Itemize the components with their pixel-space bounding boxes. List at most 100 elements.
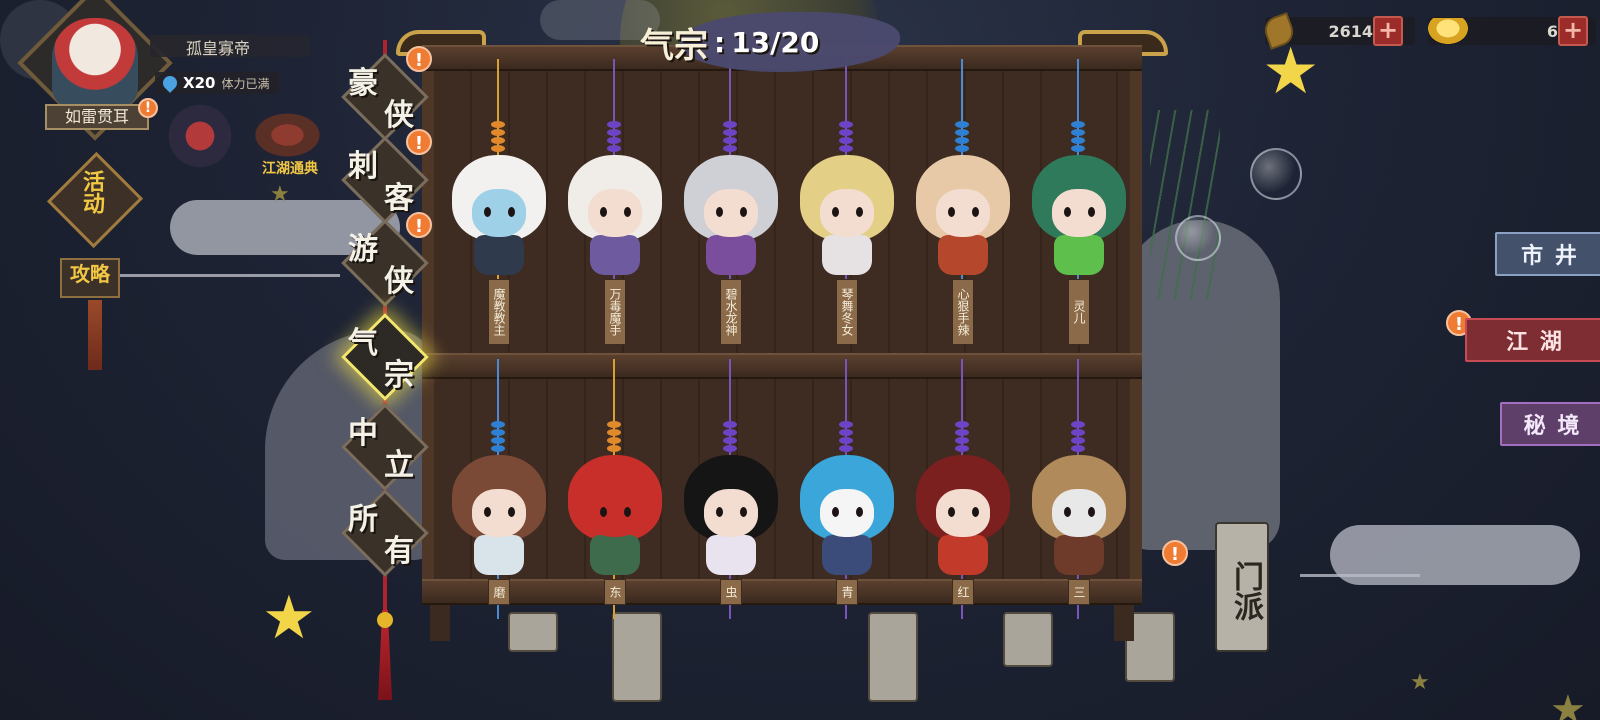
character-outfit: [590, 535, 640, 575]
character-outfit: [938, 535, 988, 575]
add-gold-button[interactable]: +: [1558, 16, 1588, 46]
jianghu-button[interactable]: 江 湖: [1465, 318, 1600, 362]
character-eye: [1064, 207, 1071, 217]
character-name-plaque: 虫: [720, 579, 742, 605]
player-title[interactable]: 如雷贯耳: [45, 104, 149, 130]
avatar[interactable]: [52, 18, 138, 108]
character-face: [820, 489, 874, 537]
character-name-plaque: 磨: [488, 579, 510, 605]
gold-ingot-icon: [1428, 18, 1468, 44]
charm-beads: [723, 421, 737, 453]
bead: [723, 445, 737, 452]
character-eye: [600, 207, 607, 217]
category-label-char: 客: [384, 181, 414, 216]
collection-counter: 气宗 : 13/20: [640, 2, 920, 82]
character-quick-icon[interactable]: [165, 100, 235, 180]
activity-label[interactable]: 活动: [76, 170, 108, 214]
category-tab[interactable]: 所有: [340, 488, 430, 578]
bubble: [1250, 148, 1302, 200]
bead: [491, 437, 505, 444]
character-outfit: [590, 235, 640, 275]
copper-amount: 2614: [1328, 21, 1373, 41]
character-eye: [740, 207, 747, 217]
sect-button[interactable]: 门派: [1215, 522, 1269, 652]
bamboo: [1150, 110, 1220, 300]
bead: [723, 145, 737, 152]
codex-label[interactable]: 江湖通典: [262, 158, 318, 178]
star-icon: ★: [262, 583, 316, 653]
category-tab[interactable]: 中立: [340, 402, 430, 492]
category-tab[interactable]: 游侠!: [340, 212, 432, 308]
character-eye: [1088, 507, 1095, 517]
character-face: [1052, 489, 1106, 537]
bead: [723, 121, 737, 128]
bead: [839, 129, 853, 136]
add-copper-button[interactable]: +: [1373, 16, 1403, 46]
character-outfit: [706, 235, 756, 275]
character-eye: [740, 507, 747, 517]
alert-icon: !: [1162, 540, 1188, 566]
bead: [839, 137, 853, 144]
category-tab[interactable]: 气宗: [340, 312, 430, 402]
character-figure: [908, 155, 1018, 275]
character-figure: [444, 455, 554, 575]
bead: [955, 429, 969, 436]
bead: [955, 145, 969, 152]
bead: [491, 145, 505, 152]
character-name-plaque: 万毒魔手: [604, 279, 626, 345]
character-face: [472, 189, 526, 237]
character-eye: [484, 507, 491, 517]
cloud-trail: [1300, 574, 1420, 577]
charm-beads: [607, 121, 621, 153]
character-figure: [792, 455, 902, 575]
bead: [1071, 445, 1085, 452]
bead: [607, 137, 621, 144]
character-face: [936, 489, 990, 537]
character-figure: [560, 155, 670, 275]
bead: [839, 121, 853, 128]
bead: [607, 145, 621, 152]
bead: [1071, 137, 1085, 144]
secret-realm-button[interactable]: 秘 境: [1500, 402, 1600, 446]
character-figure: [560, 455, 670, 575]
star-icon: ★: [270, 182, 290, 207]
category-label-char: 游: [348, 232, 378, 267]
bead: [607, 429, 621, 436]
codex-icon[interactable]: [250, 110, 325, 160]
character-eye: [484, 207, 491, 217]
character-eye: [624, 207, 631, 217]
character-figure: [676, 155, 786, 275]
bead: [607, 421, 621, 428]
bead: [955, 137, 969, 144]
hanging-tag: [868, 612, 918, 702]
counter-colon: :: [714, 25, 726, 59]
character-face: [704, 189, 758, 237]
stamina-status: 体力已满: [221, 76, 270, 91]
counter-category: 气宗: [640, 25, 708, 66]
character-outfit: [1054, 235, 1104, 275]
character-name-plaque: 青: [836, 579, 858, 605]
character-outfit: [822, 535, 872, 575]
character-name-plaque: 三: [1068, 579, 1090, 605]
character-outfit: [938, 235, 988, 275]
hanging-tag: [508, 612, 558, 652]
gold-amount: 6: [1546, 21, 1558, 41]
bead: [491, 121, 505, 128]
character-face: [588, 489, 642, 537]
star-icon: ★: [1410, 670, 1430, 695]
alert-icon: !: [406, 129, 432, 155]
character-figure: [676, 455, 786, 575]
charm-beads: [955, 421, 969, 453]
bead: [1071, 121, 1085, 128]
bead: [723, 429, 737, 436]
bead: [491, 429, 505, 436]
gold-currency: 6 +: [1428, 16, 1596, 46]
market-button[interactable]: 市 井: [1495, 232, 1600, 276]
bead: [607, 445, 621, 452]
alert-icon: !: [406, 212, 432, 238]
strategy-label[interactable]: 攻略: [70, 258, 110, 287]
bead: [723, 437, 737, 444]
bead: [839, 145, 853, 152]
character-outfit: [474, 235, 524, 275]
character-eye: [856, 507, 863, 517]
